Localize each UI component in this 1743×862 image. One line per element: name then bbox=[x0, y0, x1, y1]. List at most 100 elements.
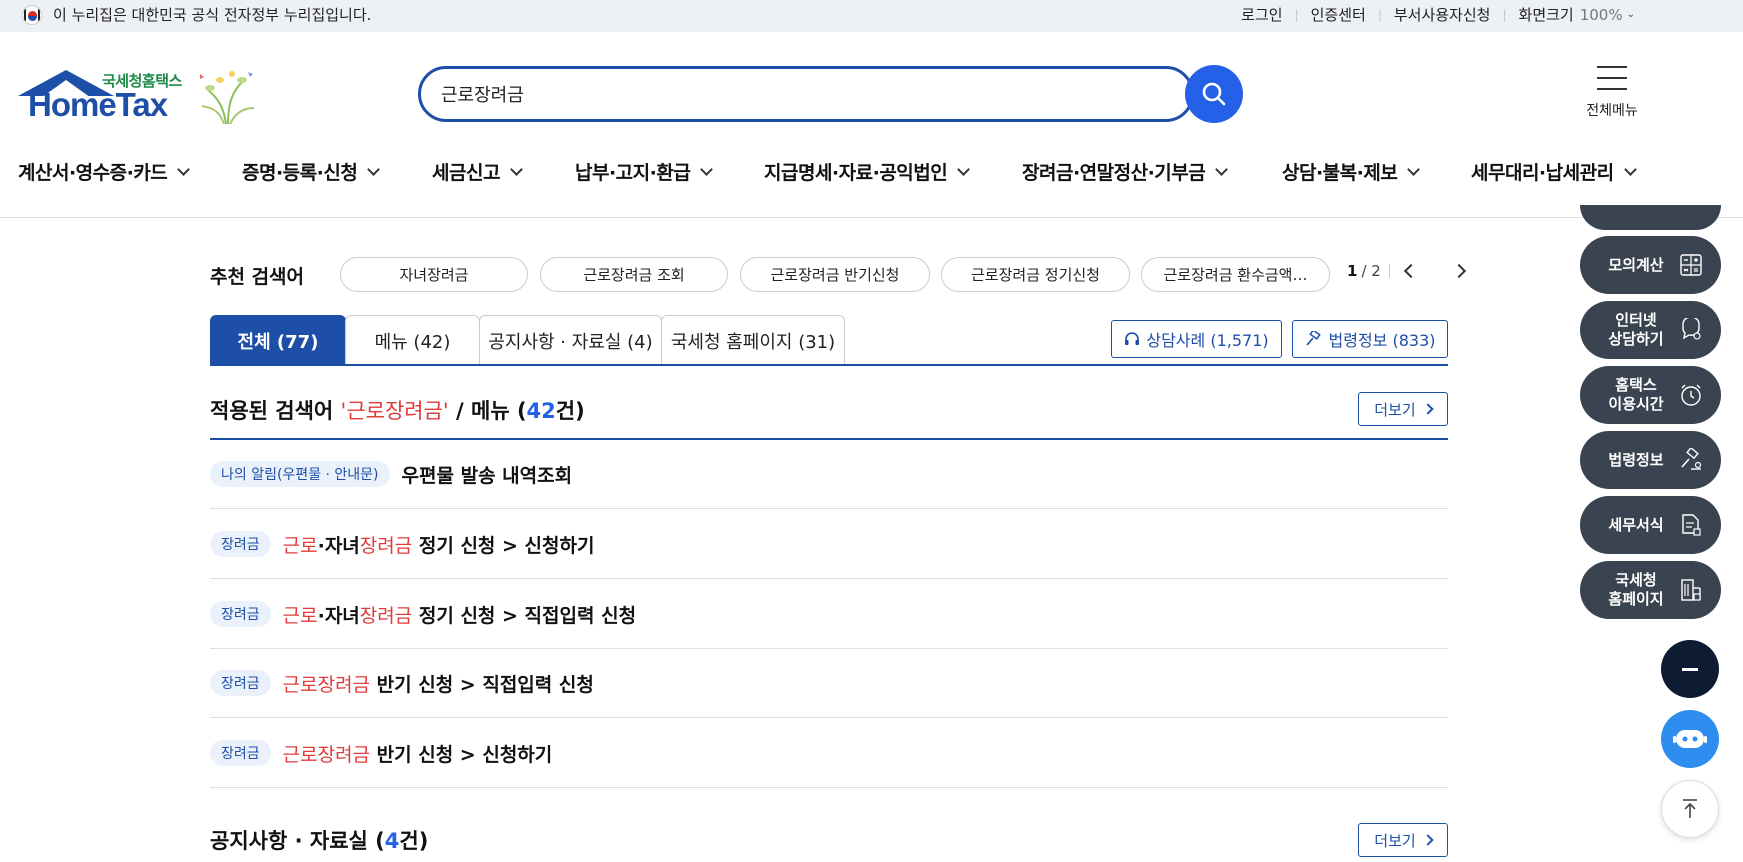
gnb-label: 지급명세·자료·공익법인 bbox=[764, 162, 948, 184]
zoom-value[interactable]: 100% bbox=[1580, 4, 1623, 26]
search-button[interactable] bbox=[1185, 65, 1243, 123]
divider: | bbox=[1377, 8, 1382, 22]
recommended-chip[interactable]: 근로장려금 반기신청 bbox=[740, 257, 930, 292]
chevron-down-icon bbox=[177, 162, 191, 176]
result-title: 우편물 발송 내역조회 bbox=[402, 461, 573, 488]
chevron-down-icon bbox=[957, 162, 971, 176]
tab-notice[interactable]: 공지사항 · 자료실 (4) bbox=[479, 315, 662, 365]
result-row[interactable]: 장려금 근로장려금 반기 신청 > 직접입력 신청 bbox=[210, 649, 1448, 718]
clock-icon bbox=[1681, 384, 1701, 406]
minus-icon bbox=[1682, 667, 1698, 671]
all-menu-button[interactable]: 전체메뉴 bbox=[1580, 64, 1644, 124]
gnb-invoice[interactable]: 계산서·영수증·카드 bbox=[18, 158, 191, 185]
result-row[interactable]: 장려금 근로·자녀장려금 정기 신청 > 직접입력 신청 bbox=[210, 580, 1448, 649]
tab-underline bbox=[210, 364, 1448, 366]
result-row[interactable]: 나의 알림(우편물 · 안내문) 우편물 발송 내역조회 bbox=[210, 440, 1448, 509]
chatbot-icon bbox=[1673, 730, 1707, 748]
plant-decoration-icon bbox=[200, 71, 255, 124]
recommended-chip[interactable]: 근로장려금 정기신청 bbox=[941, 257, 1130, 292]
more-button[interactable]: 더보기 bbox=[1358, 392, 1448, 426]
gavel-icon bbox=[1305, 331, 1321, 346]
gnb-incentive[interactable]: 장려금·연말정산·기부금 bbox=[1022, 158, 1229, 185]
chevron-down-icon bbox=[1407, 162, 1421, 176]
law-info-label: 법령정보 (833) bbox=[1328, 331, 1436, 350]
gnb-label: 장려금·연말정산·기부금 bbox=[1022, 162, 1206, 184]
chevron-down-icon[interactable]: ⌄ bbox=[1627, 4, 1635, 26]
search-keyword: '근로장려금' bbox=[340, 399, 449, 423]
logo-brand-en: HomeTax bbox=[28, 86, 168, 123]
quick-menu-top-item[interactable] bbox=[1580, 205, 1721, 230]
main-navigation: 계산서·영수증·카드 증명·등록·신청 세금신고 납부·고지·환급 지급명세·자… bbox=[0, 152, 1743, 192]
quick-label: 국세청 홈페이지 bbox=[1600, 571, 1672, 609]
quick-tax-forms[interactable]: 세무서식 bbox=[1580, 496, 1721, 554]
gnb-label: 세무대리·납세관리 bbox=[1471, 162, 1614, 184]
scroll-top-button[interactable] bbox=[1661, 780, 1719, 838]
gavel-icon bbox=[1681, 448, 1702, 470]
quick-internet-consult[interactable]: 인터넷 상담하기 bbox=[1580, 301, 1721, 359]
result-title: 근로·자녀장려금 정기 신청 > 신청하기 bbox=[283, 531, 595, 558]
result-text: ·자녀 bbox=[317, 604, 360, 627]
quick-label: 모의계산 bbox=[1608, 255, 1664, 274]
collapse-quick-menu-button[interactable] bbox=[1661, 640, 1719, 698]
result-text: 정기 신청 > 신청하기 bbox=[412, 534, 595, 557]
cert-center-link[interactable]: 인증센터 bbox=[1311, 4, 1366, 26]
gnb-tax-agent[interactable]: 세무대리·납세관리 bbox=[1471, 158, 1637, 185]
tab-menu[interactable]: 메뉴 (42) bbox=[345, 315, 480, 365]
chevron-left-icon[interactable] bbox=[1403, 263, 1418, 279]
header-divider bbox=[0, 217, 1743, 218]
document-icon bbox=[1682, 514, 1701, 536]
menu-section-title: 적용된 검색어 '근로장려금' / 메뉴 (42건) bbox=[210, 395, 585, 425]
more-label: 더보기 bbox=[1374, 400, 1416, 419]
quick-hometax-hours[interactable]: 홈택스 이용시간 bbox=[1580, 366, 1721, 424]
gov-banner: 이 누리집은 대한민국 공식 전자정부 누리집입니다. 로그인 | 인증센터 |… bbox=[0, 0, 1743, 32]
highlight-text: 근로 bbox=[282, 604, 318, 627]
law-info-button[interactable]: 법령정보 (833) bbox=[1292, 320, 1448, 358]
more-button[interactable]: 더보기 bbox=[1358, 823, 1448, 857]
highlight-text: 장려금 bbox=[359, 604, 413, 627]
quick-law-info[interactable]: 법령정보 bbox=[1580, 431, 1721, 489]
result-row[interactable]: 장려금 근로·자녀장려금 정기 신청 > 신청하기 bbox=[210, 510, 1448, 579]
more-label: 더보기 bbox=[1374, 831, 1416, 850]
result-title: 근로장려금 반기 신청 > 신청하기 bbox=[283, 740, 553, 767]
dept-user-link[interactable]: 부서사용자신청 bbox=[1394, 4, 1491, 26]
tab-nts-homepage[interactable]: 국세청 홈페이지 (31) bbox=[661, 315, 845, 365]
consult-cases-button[interactable]: 상담사례 (1,571) bbox=[1111, 320, 1282, 358]
pager-total: / 2 bbox=[1361, 262, 1381, 280]
gnb-consult[interactable]: 상담·불복·제보 bbox=[1282, 158, 1421, 185]
gnb-payment[interactable]: 납부·고지·환급 bbox=[575, 158, 714, 185]
headset-icon bbox=[1125, 332, 1140, 345]
gnb-certificate[interactable]: 증명·등록·신청 bbox=[242, 158, 381, 185]
result-count: 42 bbox=[526, 399, 556, 423]
hometax-logo[interactable]: 국세청홈택스 HomeTax bbox=[18, 66, 258, 126]
divider: | bbox=[1502, 8, 1507, 22]
quick-mock-calc[interactable]: 모의계산 bbox=[1580, 236, 1721, 294]
highlight-text: 장려금 bbox=[359, 534, 413, 557]
gnb-payment-statement[interactable]: 지급명세·자료·공익법인 bbox=[764, 158, 971, 185]
category-badge: 장려금 bbox=[210, 531, 271, 557]
quick-nts-homepage[interactable]: 국세청 홈페이지 bbox=[1580, 561, 1721, 619]
result-row[interactable]: 장려금 근로장려금 반기 신청 > 신청하기 bbox=[210, 719, 1448, 788]
tab-all[interactable]: 전체 (77) bbox=[210, 315, 346, 365]
calculator-icon bbox=[1680, 254, 1702, 276]
chatbot-button[interactable] bbox=[1661, 710, 1719, 768]
chevron-down-icon bbox=[510, 162, 523, 176]
result-text: 정기 신청 > 직접입력 신청 bbox=[412, 604, 637, 627]
recommended-chip[interactable]: 근로장려금 조회 bbox=[540, 257, 728, 292]
chevron-down-icon bbox=[700, 162, 714, 176]
gnb-label: 계산서·영수증·카드 bbox=[18, 162, 168, 184]
divider bbox=[1388, 264, 1390, 278]
recommended-chip[interactable]: 자녀장려금 bbox=[340, 257, 528, 292]
zoom-label[interactable]: 화면크기 bbox=[1519, 4, 1574, 26]
search-input[interactable] bbox=[441, 79, 1081, 109]
category-badge: 장려금 bbox=[210, 601, 271, 627]
quick-label: 홈택스 이용시간 bbox=[1600, 376, 1672, 414]
login-link[interactable]: 로그인 bbox=[1241, 4, 1282, 26]
highlight-text: 근로 bbox=[282, 534, 318, 557]
gnb-tax-report[interactable]: 세금신고 bbox=[432, 158, 523, 185]
chevron-right-icon bbox=[1422, 403, 1434, 415]
gnb-label: 납부·고지·환급 bbox=[575, 162, 691, 184]
recommended-title: 추천 검색어 bbox=[210, 266, 305, 288]
chevron-right-icon[interactable] bbox=[1451, 263, 1466, 279]
recommended-chip[interactable]: 근로장려금 환수금액… bbox=[1141, 257, 1330, 292]
recommended-pager: 1 / 2 bbox=[1347, 262, 1476, 280]
